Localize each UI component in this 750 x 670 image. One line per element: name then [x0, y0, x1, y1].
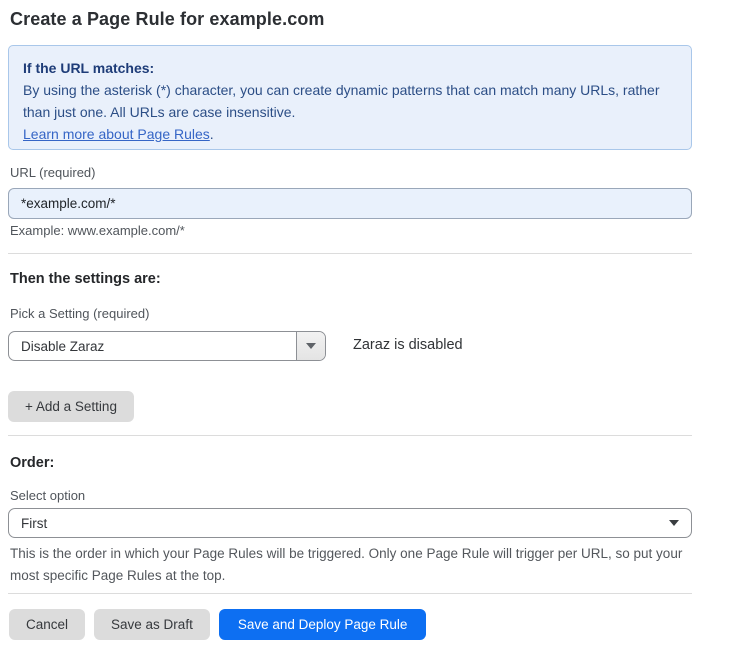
learn-more-link[interactable]: Learn more about Page Rules	[23, 126, 210, 142]
save-as-draft-button[interactable]: Save as Draft	[94, 609, 210, 640]
order-section-heading: Order:	[10, 455, 54, 471]
info-box-heading: If the URL matches:	[23, 57, 677, 79]
save-and-deploy-button[interactable]: Save and Deploy Page Rule	[219, 609, 427, 640]
order-select[interactable]: First	[8, 508, 692, 538]
settings-section-heading: Then the settings are:	[10, 271, 161, 287]
order-select-label: Select option	[10, 488, 85, 503]
section-divider	[8, 593, 692, 594]
order-select-value: First	[21, 516, 47, 531]
add-setting-button[interactable]: + Add a Setting	[8, 391, 134, 422]
setting-select-value: Disable Zaraz	[9, 339, 296, 354]
url-match-info-box: If the URL matches: By using the asteris…	[8, 45, 692, 150]
setting-status-text: Zaraz is disabled	[353, 337, 463, 353]
link-period: .	[210, 126, 214, 142]
pick-setting-label: Pick a Setting (required)	[10, 306, 149, 321]
section-divider	[8, 253, 692, 254]
cancel-button[interactable]: Cancel	[9, 609, 85, 640]
form-actions: Cancel Save as Draft Save and Deploy Pag…	[9, 609, 426, 640]
url-field-label: URL (required)	[10, 165, 96, 180]
page-title: Create a Page Rule for example.com	[10, 9, 325, 30]
order-helper-text: This is the order in which your Page Rul…	[10, 543, 688, 587]
page-rule-form: Create a Page Rule for example.com If th…	[0, 0, 750, 670]
url-example-text: Example: www.example.com/*	[10, 223, 185, 238]
section-divider	[8, 435, 692, 436]
setting-select[interactable]: Disable Zaraz	[8, 331, 326, 361]
caret-down-icon	[669, 520, 679, 526]
url-input[interactable]	[8, 188, 692, 219]
info-box-link-line: Learn more about Page Rules.	[23, 123, 677, 145]
caret-down-icon	[306, 343, 316, 349]
info-box-body: By using the asterisk (*) character, you…	[23, 79, 677, 123]
setting-select-caret-button[interactable]	[296, 332, 325, 360]
